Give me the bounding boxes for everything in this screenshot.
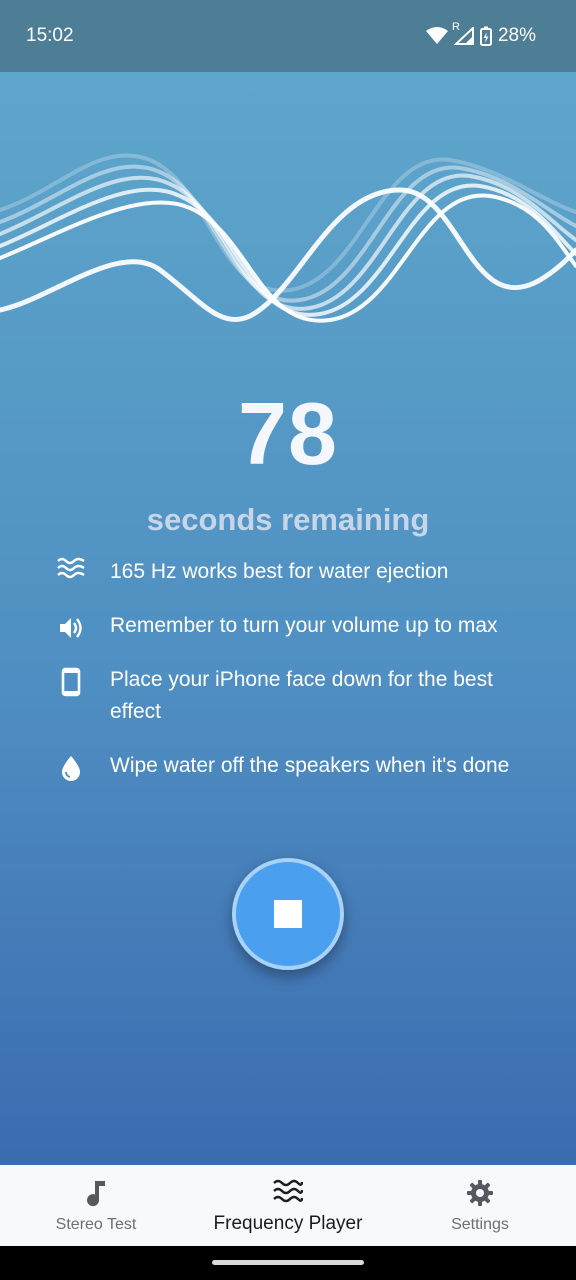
gear-icon bbox=[466, 1179, 494, 1212]
frequency-player-screen: 78 seconds remaining 165 Hz works best f… bbox=[0, 72, 576, 1165]
tip-text: Remember to turn your volume up to max bbox=[110, 614, 498, 637]
status-time: 15:02 bbox=[26, 25, 74, 46]
network-indicator: R bbox=[451, 21, 460, 33]
wifi-icon bbox=[425, 27, 448, 45]
music-note-icon bbox=[85, 1179, 107, 1212]
tip-item: Wipe water off the speakers when it's do… bbox=[52, 750, 522, 782]
seconds-remaining-count: 78 bbox=[238, 384, 338, 483]
nav-item-stereo-test[interactable]: Stereo Test bbox=[0, 1165, 192, 1246]
nav-item-frequency-player[interactable]: Frequency Player bbox=[192, 1165, 384, 1246]
status-bar: 15:02 R 28% bbox=[0, 0, 576, 72]
tip-text: Place your iPhone face down for the best… bbox=[110, 668, 493, 723]
tips-list: 165 Hz works best for water ejection Rem… bbox=[52, 556, 522, 804]
nav-item-settings[interactable]: Settings bbox=[384, 1165, 576, 1246]
tip-text: 165 Hz works best for water ejection bbox=[110, 560, 449, 583]
sound-wave-illustration bbox=[0, 153, 576, 323]
home-gesture-handle[interactable] bbox=[212, 1260, 364, 1265]
status-icons: R 28% bbox=[425, 21, 536, 47]
battery-percentage: 28% bbox=[497, 25, 536, 46]
stop-button[interactable] bbox=[232, 858, 344, 970]
nav-label: Frequency Player bbox=[213, 1213, 363, 1234]
water-drop-icon bbox=[52, 750, 90, 782]
volume-icon bbox=[52, 610, 90, 640]
tip-item: 165 Hz works best for water ejection bbox=[52, 556, 522, 588]
battery-charging-icon bbox=[479, 26, 492, 46]
signal-icon: R bbox=[452, 21, 474, 45]
bottom-navigation: Stereo Test Frequency Player Settings bbox=[0, 1165, 576, 1246]
waves-icon bbox=[273, 1178, 304, 1209]
phone-icon bbox=[52, 664, 90, 697]
tip-item: Remember to turn your volume up to max bbox=[52, 610, 522, 642]
stop-icon bbox=[274, 900, 302, 928]
seconds-remaining-label: seconds remaining bbox=[146, 502, 430, 537]
tip-text: Wipe water off the speakers when it's do… bbox=[110, 754, 510, 777]
waves-icon bbox=[52, 556, 90, 580]
nav-label: Stereo Test bbox=[55, 1216, 137, 1233]
tip-item: Place your iPhone face down for the best… bbox=[52, 664, 522, 728]
nav-label: Settings bbox=[451, 1216, 509, 1233]
